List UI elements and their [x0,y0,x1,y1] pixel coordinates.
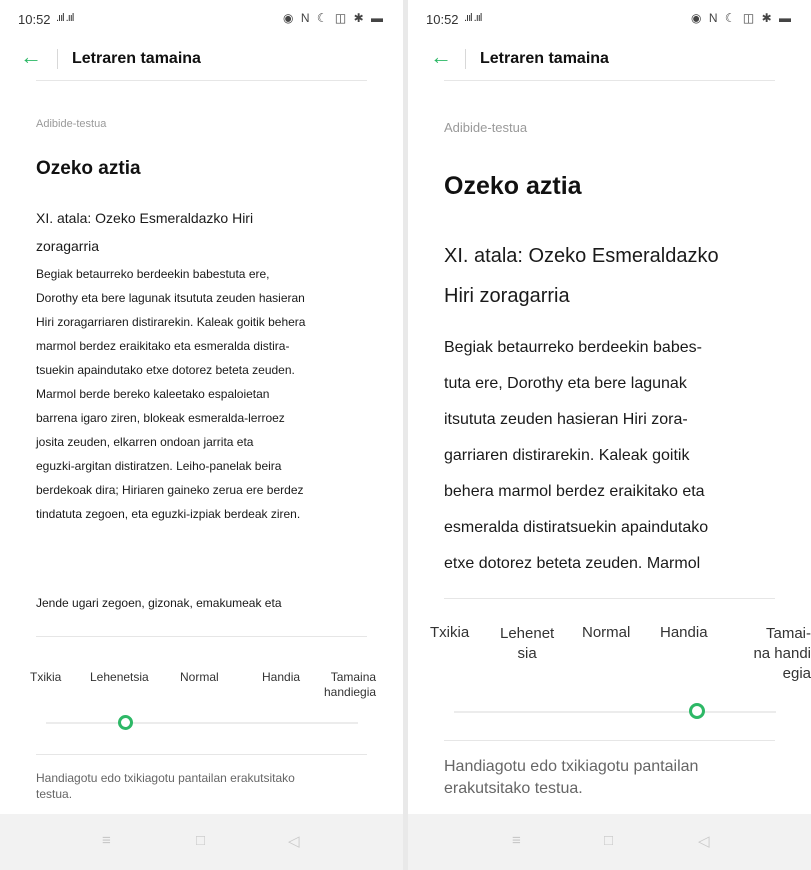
size-option-txikia[interactable]: Txikia [430,624,469,641]
body-line: garriaren distirarekin. Kaleak goitik [444,447,690,464]
size-slider-track[interactable] [454,711,776,713]
body-line: Begiak betaurreko berdeekin babestuta er… [36,267,270,281]
hint-line: Handiagotu edo txikiagotu pantailan [444,758,699,775]
size-option-label: na handi [753,645,811,662]
body-line: itsututa zeuden hasieran Hiri zora- [444,411,688,428]
status-bar: 10:52 .ııl .ııl ◉ N ☾ ◫ ✱ ▬ [408,0,811,34]
size-hint: Handiagotu edo txikiagotu pantailan erak… [444,756,698,800]
divider [444,740,775,741]
status-bar: 10:52 .ııl .ııl ◉ N ☾ ◫ ✱ ▬ [0,0,403,34]
back-nav-icon[interactable]: ◁ [698,832,710,850]
hint-line: erakutsitako testua. [444,780,583,797]
size-hint: Handiagotu edo txikiagotu pantailan erak… [36,770,295,802]
navigation-bar: ≡ □ ◁ [408,814,811,870]
size-option-tamaina-handiegia[interactable]: Tamai- na handi egia [736,624,811,684]
preview-body: Begiak betaurreko berdeekin babes- tuta … [444,330,708,582]
body-line: Hiri zoragarriaren distirarekin. Kaleak … [36,315,306,329]
body-line: Begiak betaurreko berdeekin babes- [444,339,702,356]
size-option-label: handiegia [324,685,377,699]
divider [444,598,775,599]
subtitle-line: XI. atala: Ozeko Esmeraldazko [444,245,719,267]
status-time: 10:52 [18,12,51,27]
preview-heading: Ozeko aztia [36,158,141,179]
hint-line: Handiagotu edo txikiagotu pantailan erak… [36,771,295,785]
menu-icon[interactable]: ≡ [512,832,521,849]
size-option-handia[interactable]: Handia [660,624,708,641]
app-bar: ← Letraren tamaina [408,38,811,78]
body-line: marmol berdez eraikitako eta esmeralda d… [36,339,290,353]
subtitle-line: XI. atala: Ozeko Esmeraldazko Hiri [36,210,254,226]
page-title: Letraren tamaina [72,50,201,67]
divider [36,636,367,637]
size-option-lehenetsia[interactable]: Lehenetsia [90,670,149,684]
preview-label: Adibide-testua [36,118,107,130]
preview-body: Begiak betaurreko berdeekin babestuta er… [36,262,305,526]
size-option-txikia[interactable]: Txikia [30,670,61,684]
body-line: behera marmol berdez eraikitako eta [444,483,705,500]
body-line: esmeralda distiratsuekin apaindutako [444,519,709,536]
size-option-handia[interactable]: Handia [262,670,300,684]
body-line: tsuekin apaindutako etxe dotorez beteta … [36,363,295,377]
divider [36,754,367,755]
body-line: berdekoak dira; Hiriaren gaineko zerua e… [36,483,304,497]
size-slider-track[interactable] [46,722,358,724]
hint-line: testua. [36,787,73,801]
body-line: Jende ugari zegoen, gizonak, emakumeak e… [36,596,282,610]
body-line: tuta ere, Dorothy eta bere lagunak [444,375,687,392]
status-icons: ◉ N ☾ ◫ ✱ ▬ [283,11,385,25]
body-line: josita zeuden, elkarren ondoan jarrita e… [36,435,254,449]
size-option-label: egia [782,665,811,682]
divider [57,49,58,69]
app-bar: ← Letraren tamaina [0,38,403,78]
body-line: eguzki-argitan distiratzen. Leiho-panela… [36,459,282,473]
size-option-normal[interactable]: Normal [180,670,219,684]
size-option-normal[interactable]: Normal [582,624,630,641]
size-option-label: Tamai- [765,625,811,642]
status-time: 10:52 [426,12,459,27]
preview-subtitle: XI. atala: Ozeko Esmeraldazko Hiri zorag… [36,204,253,260]
home-icon[interactable]: □ [196,832,205,849]
screen-large-font: 10:52 .ııl .ııl ◉ N ☾ ◫ ✱ ▬ ← Letraren t… [408,0,811,870]
size-option-tamaina-handiegia[interactable]: Tamaina handiegia [324,670,376,700]
subtitle-line: zoragarria [36,238,100,254]
size-option-label: Tamaina [330,670,377,684]
signal-icon: .ııl .ııl [56,12,74,24]
signal-icon: .ııl .ııl [464,12,482,24]
preview-label: Adibide-testua [444,120,528,135]
size-option-label: sia [517,645,537,662]
home-icon[interactable]: □ [604,832,613,849]
back-nav-icon[interactable]: ◁ [288,832,300,850]
body-line: Marmol berde bereko kaleetako espaloieta… [36,387,270,401]
subtitle-line: Hiri zoragarria [444,285,570,307]
body-line: barrena igaro ziren, blokeak esmeralda-l… [36,411,285,425]
menu-icon[interactable]: ≡ [102,832,111,849]
preview-subtitle: XI. atala: Ozeko Esmeraldazko Hiri zorag… [444,236,719,316]
body-line: Dorothy eta bere lagunak itsututa zeuden… [36,291,305,305]
size-option-label: Lehenet [500,625,555,642]
body-line: tindatuta zegoen, eta eguzki-izpiak berd… [36,507,301,521]
page-title: Letraren tamaina [480,50,609,67]
status-icons: ◉ N ☾ ◫ ✱ ▬ [691,11,793,25]
screen-small-font: 10:52 .ııl .ııl ◉ N ☾ ◫ ✱ ▬ ← Letraren t… [0,0,403,870]
back-arrow-icon[interactable]: ← [20,46,42,68]
size-option-lehenetsia[interactable]: Lehenet sia [500,624,554,664]
size-slider-thumb[interactable] [118,715,133,730]
preview-heading: Ozeko aztia [444,172,582,200]
size-slider-thumb[interactable] [689,703,705,719]
divider [465,49,466,69]
back-arrow-icon[interactable]: ← [430,46,452,68]
body-line: etxe dotorez beteta zeuden. Marmol [444,555,701,572]
divider [36,80,367,81]
navigation-bar: ≡ □ ◁ [0,814,403,870]
divider [444,80,775,81]
